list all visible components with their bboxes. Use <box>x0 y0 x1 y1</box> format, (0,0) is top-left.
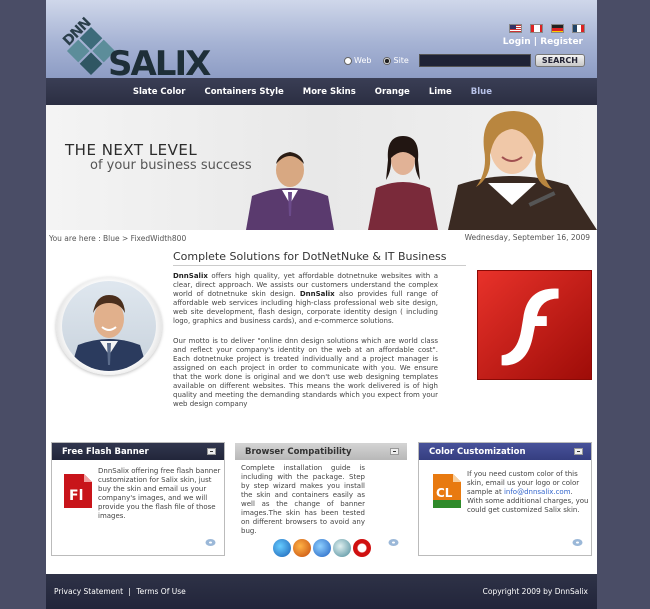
footer: Privacy Statement | Terms Of Use Copyrig… <box>46 574 597 609</box>
terms-of-use-link[interactable]: Terms Of Use <box>136 587 185 596</box>
box-text: DnnSalix offering free flash banner cust… <box>98 467 221 520</box>
ca-flag-icon[interactable] <box>530 24 543 33</box>
brand-name-2: DnnSalix <box>299 290 335 298</box>
browser-icons <box>273 539 401 557</box>
svg-text:CL: CL <box>436 486 453 500</box>
language-flags <box>509 24 585 33</box>
de-flag-icon[interactable] <box>551 24 564 33</box>
hero-banner: THE NEXT LEVEL of your business success <box>46 105 597 230</box>
search-input[interactable] <box>418 54 531 67</box>
cd-disk-icon <box>572 539 583 546</box>
title-divider <box>173 265 466 266</box>
color-layout-icon: CL <box>433 474 461 508</box>
search-option-web[interactable]: Web <box>344 56 371 65</box>
cd-disk-icon <box>388 539 399 546</box>
auth-links: Login | Register <box>503 37 583 47</box>
box-title: Color Customization <box>429 446 526 457</box>
svg-text:Fl: Fl <box>69 488 83 504</box>
box-text: Complete installation guide is including… <box>241 464 365 535</box>
search-bar: Web Site SEARCH <box>344 54 585 67</box>
breadcrumb-prefix: You are here : <box>49 234 101 243</box>
register-link[interactable]: Register <box>540 37 583 47</box>
radio-site-icon <box>383 56 392 65</box>
minimize-icon[interactable] <box>390 448 399 455</box>
auth-separator: | <box>533 37 538 47</box>
box-body: Complete installation guide is including… <box>235 460 407 561</box>
flash-logo-icon <box>477 270 592 380</box>
firefox-icon <box>293 539 311 557</box>
email-link[interactable]: info@dnnsalix.com <box>504 488 571 496</box>
radio-web-icon <box>344 56 353 65</box>
box-text: If you need custom color of this skin, e… <box>467 470 589 515</box>
nav-item-blue[interactable]: Blue <box>471 87 492 97</box>
privacy-statement-link[interactable]: Privacy Statement <box>54 587 123 596</box>
box-header: Color Customization <box>419 443 591 460</box>
nav-item-more-skins[interactable]: More Skins <box>303 87 356 97</box>
copyright: Copyright 2009 by DnnSalix <box>482 587 588 596</box>
us-flag-icon[interactable] <box>509 24 522 33</box>
safari-icon <box>333 539 351 557</box>
avatar-frame <box>56 277 162 375</box>
minimize-icon[interactable] <box>574 448 583 455</box>
box-body: CL If you need custom color of this skin… <box>419 460 591 514</box>
color-customization-box: Color Customization CL If you need custo… <box>418 442 592 556</box>
internet-explorer-8-icon <box>313 539 331 557</box>
page-frame: DNN SALIX Login | Register Web Site SEAR <box>46 0 597 609</box>
avatar <box>62 281 156 371</box>
brand-name: DnnSalix <box>173 272 208 280</box>
search-option-site[interactable]: Site <box>383 56 409 65</box>
businessman-image <box>246 152 334 230</box>
logo-name: SALIX <box>108 44 211 84</box>
radio-site-label: Site <box>393 56 409 65</box>
header: DNN SALIX Login | Register Web Site SEAR <box>46 0 597 84</box>
footer-separator: | <box>128 587 131 596</box>
nav-item-containers-style[interactable]: Containers Style <box>204 87 283 97</box>
browser-compatibility-box: Browser Compatibility Complete installat… <box>234 442 408 557</box>
box-title: Browser Compatibility <box>245 446 352 457</box>
banner-headline: THE NEXT LEVEL <box>65 141 198 159</box>
cd-disk-icon <box>205 539 216 546</box>
opera-icon <box>353 539 371 557</box>
businessman-portrait-image <box>70 295 148 371</box>
smiling-woman-image <box>448 111 597 230</box>
minimize-icon[interactable] <box>207 448 216 455</box>
radio-web-label: Web <box>354 56 372 65</box>
search-button[interactable]: SEARCH <box>534 54 585 67</box>
main-title: Complete Solutions for DotNetNuke & IT B… <box>173 250 447 263</box>
breadcrumb: You are here : Blue > FixedWidth800 <box>49 234 186 243</box>
intro-paragraph: DnnSalix offers high quality, yet afford… <box>173 272 438 326</box>
box-header: Browser Compatibility <box>235 443 407 460</box>
current-date: Wednesday, September 16, 2009 <box>464 233 590 242</box>
breadcrumb-path[interactable]: Blue > FixedWidth800 <box>103 234 186 243</box>
nav-item-orange[interactable]: Orange <box>375 87 410 97</box>
motto-paragraph: Our motto is to deliver "online dnn desi… <box>173 337 438 408</box>
fr-flag-icon[interactable] <box>572 24 585 33</box>
internet-explorer-icon <box>273 539 291 557</box>
banner-subheadline: of your business success <box>90 158 252 173</box>
box-body: Fl DnnSalix offering free flash banner c… <box>52 460 224 520</box>
footer-links: Privacy Statement | Terms Of Use <box>54 587 186 596</box>
box-header: Free Flash Banner <box>52 443 224 460</box>
nav-item-lime[interactable]: Lime <box>429 87 452 97</box>
box-title: Free Flash Banner <box>62 446 149 457</box>
login-link[interactable]: Login <box>503 37 531 47</box>
flash-file-icon: Fl <box>64 474 92 508</box>
site-logo[interactable]: DNN SALIX <box>58 12 211 92</box>
free-flash-banner-box: Free Flash Banner Fl DnnSalix offering f… <box>51 442 225 556</box>
